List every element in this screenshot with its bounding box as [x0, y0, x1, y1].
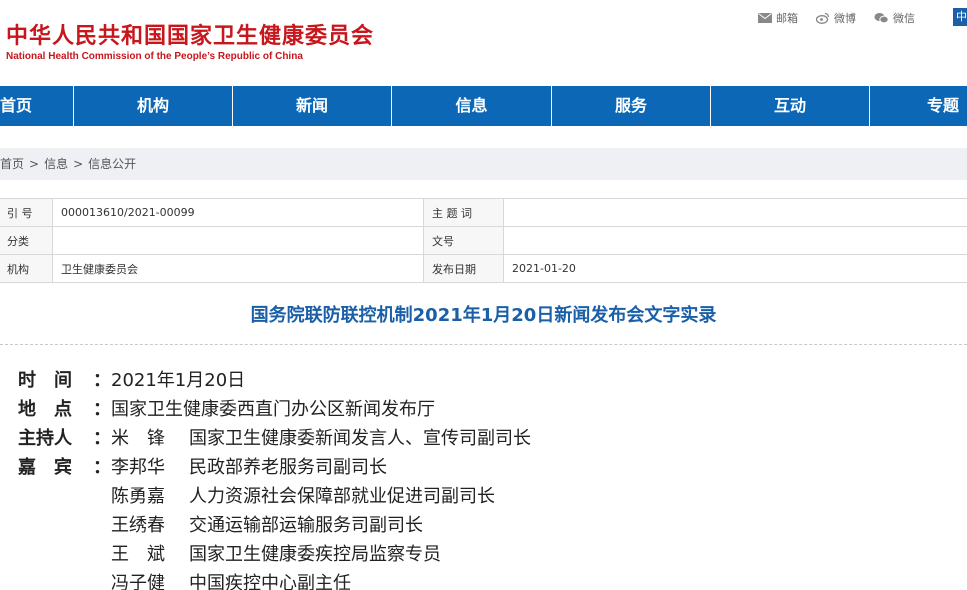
- guests-label: 嘉 宾: [18, 457, 72, 478]
- host-role: 国家卫生健康委新闻发言人、宣传司副司长: [189, 428, 531, 449]
- title-divider: [0, 344, 967, 345]
- meta-category-value: [52, 226, 424, 255]
- meta-date-label: 发布日期: [423, 254, 504, 283]
- wechat-link-label: 微信: [893, 12, 915, 25]
- nav-item-topics[interactable]: 专题: [870, 86, 967, 126]
- top-links: 邮箱 微博 微信: [758, 10, 933, 26]
- guest-entry: 王 斌 国家卫生健康委疾控局监察专员: [111, 540, 441, 569]
- guest-name: 冯子健: [111, 573, 165, 590]
- host-row: 主持人： 米 锋国家卫生健康委新闻发言人、宣传司副司长: [18, 424, 531, 453]
- mail-link-label: 邮箱: [776, 12, 798, 25]
- site-logo-english[interactable]: National Health Commission of the People…: [6, 51, 303, 62]
- weibo-icon: [816, 12, 830, 24]
- guest-row: 王 斌 国家卫生健康委疾控局监察专员: [18, 540, 531, 569]
- meta-docno-value: [503, 226, 967, 255]
- host-value: 米 锋 国家卫生健康委新闻发言人、宣传司副司长: [111, 424, 531, 453]
- mail-link[interactable]: 邮箱: [758, 10, 798, 26]
- host-name: 米 锋: [111, 428, 165, 449]
- meta-row: 引 号 000013610/2021-00099 主 题 词: [0, 198, 967, 227]
- breadcrumb-separator: >: [29, 157, 40, 171]
- guest-name: 王绣春: [111, 515, 165, 536]
- mail-icon: [758, 13, 772, 23]
- nav-item-services[interactable]: 服务: [552, 86, 711, 126]
- meta-category-label: 分类: [0, 226, 53, 255]
- guest-row: 陈勇嘉 人力资源社会保障部就业促进司副司长: [18, 482, 531, 511]
- page-title: 国务院联防联控机制2021年1月20日新闻发布会文字实录: [250, 305, 717, 326]
- wechat-link[interactable]: 微信: [874, 10, 915, 26]
- breadcrumb-home[interactable]: 首页: [0, 157, 24, 171]
- nav-item-news[interactable]: 新闻: [233, 86, 392, 126]
- guest-name: 陈勇嘉: [111, 486, 165, 507]
- language-switch[interactable]: 中: [953, 8, 967, 26]
- wechat-icon: [874, 13, 889, 24]
- breadcrumb-disclosure[interactable]: 信息公开: [88, 157, 136, 171]
- site-header: 中华人民共和国国家卫生健康委员会 National Health Commiss…: [0, 0, 967, 84]
- nav-item-information[interactable]: 信息: [392, 86, 552, 126]
- meta-org-label: 机构: [0, 254, 53, 283]
- document-meta-table: 引 号 000013610/2021-00099 主 题 词 分类 文号 机构 …: [0, 198, 967, 283]
- guest-row: 嘉 宾： 李邦华 民政部养老服务司副司长: [18, 453, 531, 482]
- guest-role: 交通运输部运输服务司副司长: [189, 515, 423, 536]
- meta-date-value: 2021-01-20: [503, 254, 967, 283]
- nav-item-interaction[interactable]: 互动: [711, 86, 870, 126]
- meta-index-value: 000013610/2021-00099: [52, 198, 424, 227]
- meta-docno-label: 文号: [423, 226, 504, 255]
- main-nav: 首页 机构 新闻 信息 服务 互动 专题: [0, 86, 967, 126]
- guest-entry: 陈勇嘉 人力资源社会保障部就业促进司副司长: [111, 482, 495, 511]
- meta-org-value: 卫生健康委员会: [52, 254, 424, 283]
- site-logo-chinese[interactable]: 中华人民共和国国家卫生健康委员会: [6, 18, 374, 50]
- meta-theme-value: [503, 198, 967, 227]
- guest-role: 人力资源社会保障部就业促进司副司长: [189, 486, 495, 507]
- meta-row: 分类 文号: [0, 226, 967, 255]
- weibo-link-label: 微博: [834, 12, 856, 25]
- guest-role: 民政部养老服务司副司长: [189, 457, 387, 478]
- breadcrumb-information[interactable]: 信息: [44, 157, 68, 171]
- article-body: 时 间： 2021年1月20日 地 点： 国家卫生健康委西直门办公区新闻发布厅 …: [18, 366, 531, 590]
- meta-theme-label: 主 题 词: [423, 198, 504, 227]
- host-label: 主持人: [18, 428, 72, 449]
- guest-entry: 王绣春 交通运输部运输服务司副司长: [111, 511, 423, 540]
- guest-row: 王绣春 交通运输部运输服务司副司长: [18, 511, 531, 540]
- nav-item-organization[interactable]: 机构: [74, 86, 233, 126]
- guest-role: 国家卫生健康委疾控局监察专员: [189, 544, 441, 565]
- meta-index-label: 引 号: [0, 198, 53, 227]
- breadcrumb-separator: >: [73, 157, 84, 171]
- weibo-link[interactable]: 微博: [816, 10, 856, 26]
- guest-row: 冯子健 中国疾控中心副主任: [18, 569, 531, 590]
- guest-entry: 李邦华 民政部养老服务司副司长: [111, 453, 387, 482]
- place-row: 地 点： 国家卫生健康委西直门办公区新闻发布厅: [18, 395, 531, 424]
- time-label: 时 间: [18, 370, 72, 391]
- time-value: 2021年1月20日: [111, 370, 246, 391]
- time-row: 时 间： 2021年1月20日: [18, 366, 531, 395]
- guest-role: 中国疾控中心副主任: [189, 573, 351, 590]
- guest-name: 李邦华: [111, 457, 165, 478]
- guest-entry: 冯子健 中国疾控中心副主任: [111, 569, 351, 590]
- meta-row: 机构 卫生健康委员会 发布日期 2021-01-20: [0, 254, 967, 283]
- guest-name: 王 斌: [111, 544, 165, 565]
- place-label: 地 点: [18, 399, 72, 420]
- nav-item-home[interactable]: 首页: [0, 86, 74, 126]
- breadcrumb: 首页 > 信息 > 信息公开: [0, 148, 967, 180]
- place-value: 国家卫生健康委西直门办公区新闻发布厅: [111, 399, 435, 420]
